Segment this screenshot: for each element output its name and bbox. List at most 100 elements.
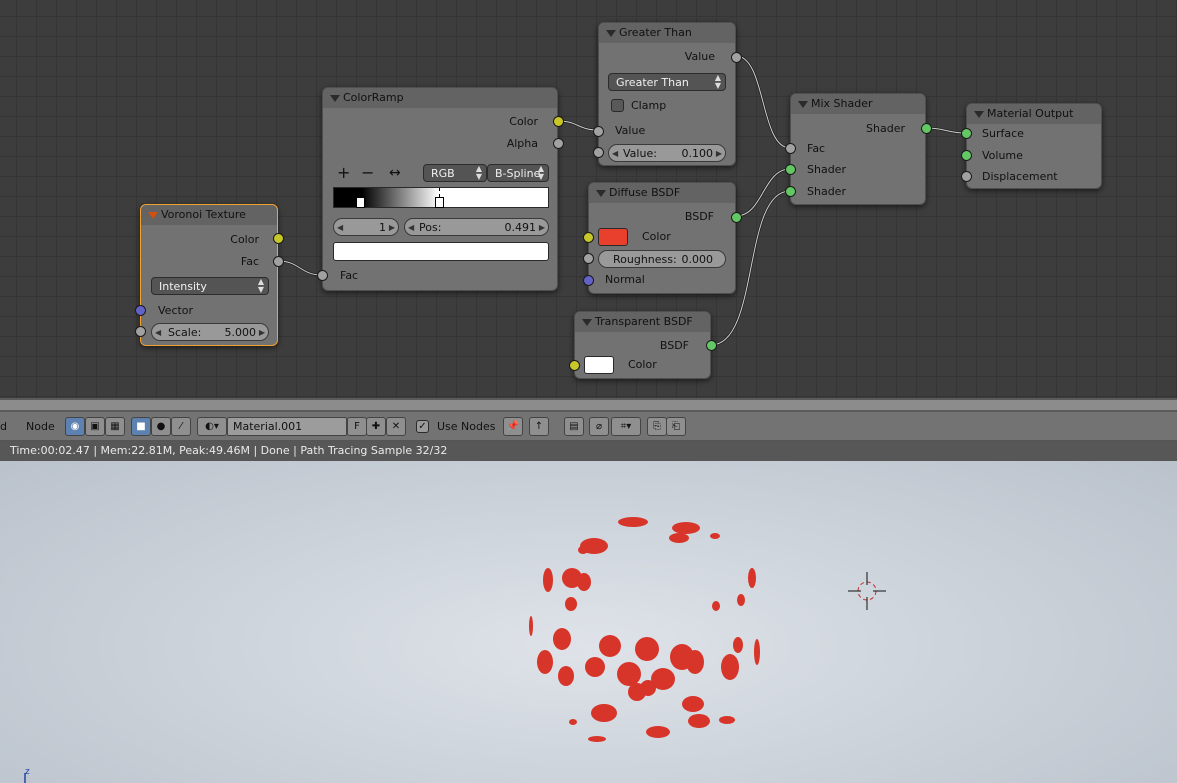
diffuse-color-swatch[interactable] — [598, 228, 628, 246]
voronoi-color-output-socket[interactable] — [273, 233, 284, 244]
material-output-node[interactable]: Material Output Surface Volume Displacem… — [961, 103, 1102, 189]
output-volume-input-socket[interactable] — [961, 150, 972, 161]
linestyle-shader-icon[interactable]: ⁄ — [171, 417, 191, 436]
mix-in-shader1-label: Shader — [807, 163, 846, 176]
copy-nodes-icon[interactable]: ⎘ — [647, 417, 667, 436]
snap-element-icon[interactable]: ⌗▾ — [611, 417, 641, 436]
voronoi-texture-node[interactable]: Voronoi Texture Color Fac Intensity ▲ ▼ V… — [135, 204, 284, 346]
active-stop-index-field[interactable]: ◀ 1 ▶ — [333, 218, 399, 236]
mix-header[interactable]: Mix Shader — [791, 94, 925, 114]
diffuse-roughness-input-socket[interactable] — [583, 253, 594, 264]
value-label: Value: — [623, 147, 657, 160]
transparent-color-input-socket[interactable] — [569, 360, 580, 371]
transparent-bsdf-node[interactable]: Transparent BSDF BSDF Color — [569, 311, 717, 379]
voronoi-header[interactable]: Voronoi Texture — [141, 205, 277, 225]
fake-user-button[interactable]: F — [347, 417, 367, 436]
mix-shader2-input-socket[interactable] — [785, 186, 796, 197]
remove-stop-button[interactable]: − — [361, 164, 374, 182]
greater-than-value2-input-socket[interactable] — [593, 147, 604, 158]
mix-shader-output-socket[interactable] — [921, 123, 932, 134]
colorramp-header[interactable]: ColorRamp — [323, 88, 557, 108]
decrement-arrow-icon[interactable]: ◀ — [337, 219, 343, 236]
collapse-triangle-icon[interactable] — [582, 319, 592, 326]
increment-arrow-icon[interactable]: ▶ — [389, 219, 395, 236]
diffuse-bsdf-output-socket[interactable] — [731, 212, 742, 223]
colorramp-color-output-socket[interactable] — [553, 116, 564, 127]
math-operation-dropdown[interactable]: Greater Than ▲ ▼ — [608, 73, 726, 91]
greater-than-value-field[interactable]: ◀ Value: 0.100 ▶ — [608, 144, 726, 162]
ramp-stop-marker-1[interactable] — [435, 197, 444, 208]
pin-icon[interactable]: 📌 — [503, 417, 523, 436]
decrement-arrow-icon[interactable]: ◀ — [408, 219, 414, 236]
flip-ramp-button[interactable]: ↔ — [389, 164, 401, 182]
color-mode-dropdown[interactable]: RGB ▲ ▼ — [423, 164, 487, 182]
decrement-arrow-icon[interactable]: ◀ — [612, 145, 618, 162]
unlink-material-icon[interactable]: ✕ — [386, 417, 406, 436]
diffuse-normal-input-socket[interactable] — [583, 275, 594, 286]
compositing-nodes-icon[interactable]: ▣ — [85, 417, 105, 436]
color-ramp-gradient[interactable] — [333, 187, 549, 208]
texture-nodes-icon[interactable]: ▦ — [105, 417, 125, 436]
diffuse-color-input-socket[interactable] — [583, 232, 594, 243]
transparent-bsdf-output-socket[interactable] — [706, 340, 717, 351]
ramp-stop-marker-0[interactable] — [356, 197, 365, 208]
voronoi-vector-input-socket[interactable] — [135, 305, 146, 316]
mix-shader1-input-socket[interactable] — [785, 164, 796, 175]
greater-than-value1-input-socket[interactable] — [593, 126, 604, 137]
decrement-arrow-icon[interactable]: ◀ — [155, 324, 161, 341]
voronoi-fac-output-socket[interactable] — [273, 256, 284, 267]
colorramp-in-fac-label: Fac — [340, 269, 359, 282]
greater-than-node[interactable]: Greater Than Value Greater Than ▲ ▼ Clamp… — [593, 22, 742, 166]
transparent-header[interactable]: Transparent BSDF — [575, 312, 710, 332]
output-surface-input-socket[interactable] — [961, 128, 972, 139]
stop-position-field[interactable]: ◀ Pos: 0.491 ▶ — [404, 218, 549, 236]
use-nodes-checkbox[interactable]: ✓ — [416, 420, 429, 433]
mix-fac-input-socket[interactable] — [785, 143, 796, 154]
transparent-color-swatch[interactable] — [584, 356, 614, 374]
colorramp-alpha-output-socket[interactable] — [553, 138, 564, 149]
voronoi-coloring-dropdown[interactable]: Intensity ▲ ▼ — [151, 277, 269, 295]
parent-tree-icon[interactable]: ↑ — [529, 417, 549, 436]
material-browse-icon[interactable]: ◐▾ — [197, 417, 227, 436]
world-shader-icon[interactable]: ● — [151, 417, 171, 436]
backdrop-icon[interactable]: ▤ — [564, 417, 584, 436]
collapse-triangle-icon[interactable] — [606, 30, 616, 37]
snap-toggle-icon[interactable]: ⌀ — [589, 417, 609, 436]
menu-partial[interactable]: d — [0, 420, 7, 433]
diffuse-bsdf-node[interactable]: Diffuse BSDF BSDF Color Roughness: 0.000… — [583, 182, 742, 294]
diffuse-header[interactable]: Diffuse BSDF — [589, 183, 735, 203]
voronoi-scale-field[interactable]: ◀ Scale: 5.000 ▶ — [151, 323, 269, 341]
node-editor[interactable]: Voronoi Texture Color Fac Intensity ▲ ▼ V… — [0, 0, 1177, 398]
new-material-icon[interactable]: ✚ — [366, 417, 386, 436]
collapse-triangle-icon[interactable] — [330, 95, 340, 102]
increment-arrow-icon[interactable]: ▶ — [539, 219, 545, 236]
interpolation-dropdown[interactable]: B-Spline ▲ ▼ — [487, 164, 549, 182]
greater-than-header[interactable]: Greater Than — [599, 23, 735, 43]
increment-arrow-icon[interactable]: ▶ — [259, 324, 265, 341]
roughness-field[interactable]: Roughness: 0.000 — [598, 250, 726, 268]
collapse-triangle-icon[interactable] — [798, 101, 808, 108]
diffuse-out-bsdf-label: BSDF — [684, 210, 714, 223]
3d-viewport[interactable]: Time:00:02.47 | Mem:22.81M, Peak:49.46M … — [0, 441, 1177, 783]
mix-shader-node[interactable]: Mix Shader Shader Fac Shader Shader — [785, 93, 932, 205]
object-shader-icon[interactable]: ■ — [131, 417, 151, 436]
collapse-triangle-icon[interactable] — [596, 190, 606, 197]
paste-nodes-icon[interactable]: ⎗ — [666, 417, 686, 436]
colorramp-fac-input-socket[interactable] — [317, 270, 328, 281]
increment-arrow-icon[interactable]: ▶ — [716, 145, 722, 162]
shader-nodes-icon[interactable]: ◉ — [65, 417, 85, 436]
greater-than-value-output-socket[interactable] — [731, 52, 742, 63]
voronoi-scale-input-socket[interactable] — [135, 326, 146, 337]
stop-color-swatch[interactable] — [333, 242, 549, 261]
output-displacement-input-socket[interactable] — [961, 171, 972, 182]
collapse-triangle-icon[interactable] — [974, 111, 984, 118]
menu-node[interactable]: Node — [26, 420, 55, 433]
clamp-checkbox[interactable] — [611, 99, 624, 112]
add-stop-button[interactable]: + — [337, 164, 350, 182]
diffuse-title: Diffuse BSDF — [609, 186, 681, 199]
colorramp-node[interactable]: ColorRamp Color Alpha + − ↔ RGB ▲ ▼ B-Spl… — [317, 87, 564, 291]
collapse-triangle-icon[interactable] — [148, 212, 158, 219]
material-name-field[interactable]: Material.001 — [227, 417, 347, 436]
area-separator[interactable] — [0, 398, 1177, 412]
output-header[interactable]: Material Output — [967, 104, 1101, 124]
